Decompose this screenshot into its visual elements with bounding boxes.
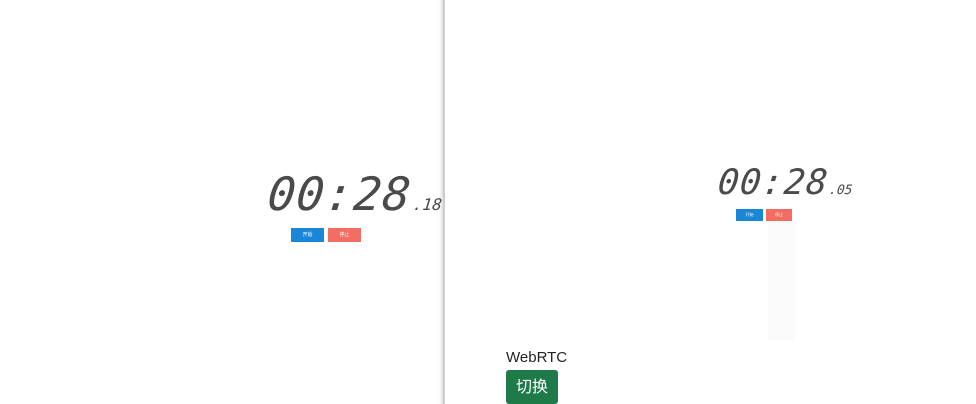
switch-button[interactable]: 切换 (506, 370, 558, 404)
left-video-pane: 00:28.18 开始 停止 (0, 0, 443, 404)
right-stopwatch-display: 00:28.05 (715, 162, 854, 204)
left-stopwatch-display: 00:28.18 (265, 167, 443, 221)
right-stopwatch-main: 00:28 (715, 163, 831, 203)
right-stop-button[interactable]: 停止 (766, 209, 792, 221)
left-stop-button[interactable]: 停止 (328, 228, 361, 242)
right-start-button[interactable]: 开始 (736, 209, 763, 221)
left-stopwatch-main: 00:28 (265, 167, 415, 221)
webrtc-label: WebRTC (506, 349, 568, 366)
stream-artifact-region (768, 222, 795, 340)
right-video-pane (445, 0, 976, 404)
left-start-button[interactable]: 开始 (291, 228, 324, 242)
right-stopwatch-fraction: .05 (828, 183, 854, 198)
